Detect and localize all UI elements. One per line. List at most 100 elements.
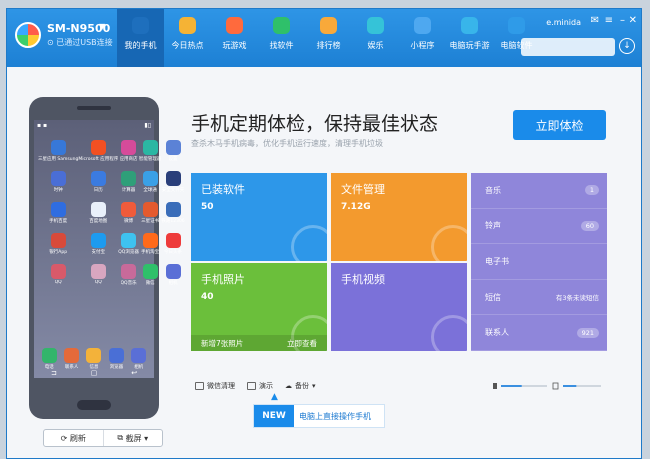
back-icon[interactable]: ↩: [131, 369, 137, 377]
tip-text: 电脑上直接操作手机: [299, 412, 371, 421]
nav-item[interactable]: 电脑玩手游: [446, 9, 493, 67]
screenshot-button[interactable]: ⧉ 截屏 ▾: [102, 430, 163, 446]
phone-app[interactable]: QQ音乐: [118, 264, 139, 290]
phone-app[interactable]: Microsoft 应用程序: [78, 140, 118, 166]
media-label: 联系人: [485, 328, 509, 338]
phone-app[interactable]: 银行App: [38, 233, 78, 259]
app-label: 相机: [168, 281, 178, 286]
media-row[interactable]: 联系人 921: [471, 315, 607, 351]
app-icon: [90, 202, 106, 217]
download-icon[interactable]: ↓: [619, 38, 635, 54]
phone-icon: [132, 17, 149, 34]
android-icon: [273, 17, 290, 34]
chevron-down-icon[interactable]: ▼: [99, 22, 105, 31]
refresh-button[interactable]: ⟳ 刷新: [44, 430, 103, 446]
media-row[interactable]: 铃声 60: [471, 209, 607, 245]
phone-app[interactable]: 手机淘宝: [139, 233, 162, 259]
new-photos-note: 新增7张照片: [201, 338, 244, 348]
media-label: 音乐: [485, 185, 501, 195]
phone-app[interactable]: 计算器: [118, 171, 139, 197]
app-icon: [165, 202, 181, 217]
nav-item[interactable]: 娱乐: [352, 9, 399, 67]
app-label: QQ浏览器: [118, 250, 139, 255]
phone-app[interactable]: QQ: [38, 264, 78, 290]
tile-title: 手机视频: [341, 273, 385, 286]
phone-app[interactable]: 百度地图: [78, 202, 118, 228]
app-label: 智能管理器: [138, 157, 162, 162]
miniapp-icon: [414, 17, 431, 34]
search-input[interactable]: [521, 38, 615, 56]
app-icon: [142, 264, 158, 279]
sd-storage-bar: [563, 385, 577, 387]
phone-storage-bar: [501, 385, 522, 387]
app-icon: [142, 171, 158, 186]
phone-app[interactable]: 日历: [78, 171, 118, 197]
phone-app[interactable]: 支付宝: [78, 233, 118, 259]
signal-icon: ▪ ▪: [37, 122, 48, 129]
new-feature-tip[interactable]: NEW 电脑上直接操作手机: [253, 404, 385, 428]
close-icon[interactable]: ✕: [629, 15, 637, 26]
app-label: QQ: [94, 280, 102, 285]
phone-app[interactable]: 智能管理器: [138, 140, 162, 166]
phone-app-grid: 三星应用 Samsung Microsoft 应用程序 应用商店 智能管理器 设置时钟 日…: [38, 140, 185, 290]
nav-item[interactable]: 排行榜: [305, 9, 352, 67]
app-icon: [108, 348, 124, 363]
phone-screen[interactable]: ▪ ▪ ▮▯ 三星应用 Samsung Microsoft 应用程序 应用商店 智能管理…: [34, 120, 185, 378]
phone-app[interactable]: 铁路12306: [161, 202, 185, 228]
backup-button[interactable]: ☁ 备份 ▾: [285, 381, 316, 391]
page-title: 手机定期体检，保持最佳状态: [191, 113, 439, 135]
phone-app[interactable]: QQ: [78, 264, 118, 290]
media-row[interactable]: 音乐 1: [471, 173, 607, 209]
tile-value: 50: [201, 202, 214, 212]
phone-app[interactable]: 安全文件夹: [161, 171, 184, 197]
skin-icon[interactable]: ✉: [591, 15, 599, 26]
phone-app[interactable]: 设置: [161, 140, 184, 166]
view-now-link[interactable]: 立即查看: [287, 338, 317, 349]
tile-videos[interactable]: 手机视频: [331, 263, 467, 351]
phone-app[interactable]: 应用商店: [118, 140, 139, 166]
nav-item-label: 电脑玩手游: [449, 41, 490, 50]
phone-app[interactable]: 微博: [118, 202, 139, 228]
app-icon: [121, 171, 137, 186]
media-row[interactable]: 短信 有3条未读短信: [471, 280, 607, 316]
phone-app[interactable]: 今日头条: [161, 233, 184, 259]
minimize-icon[interactable]: –: [620, 15, 625, 26]
home-icon[interactable]: ▢: [91, 369, 98, 377]
app-label: 三星应用 Samsung: [38, 157, 79, 162]
recent-apps-icon[interactable]: ⊐: [51, 369, 57, 377]
phone-app[interactable]: 相机: [161, 264, 184, 290]
app-icon: [41, 348, 57, 363]
phone-app[interactable]: 手机百度: [38, 202, 78, 228]
phone-app[interactable]: 全球通: [139, 171, 162, 197]
menu-icon[interactable]: ≡: [605, 15, 613, 26]
phone-storage-icon: [493, 383, 497, 389]
tile-file-manager[interactable]: 文件管理 7.12G: [331, 173, 467, 261]
media-row[interactable]: 电子书: [471, 244, 607, 280]
tile-title: 已装软件: [201, 183, 245, 196]
app-icon: [165, 171, 181, 186]
user-name[interactable]: e.minida: [546, 18, 581, 27]
phone-app[interactable]: 三星应用 Samsung: [38, 140, 78, 166]
tile-installed-apps[interactable]: 已装软件 50: [191, 173, 327, 261]
nav-item[interactable]: 我的手机: [117, 9, 164, 67]
nav-item[interactable]: 找软件: [258, 9, 305, 67]
battery-icon: ▮▯: [144, 122, 151, 129]
check-now-button[interactable]: 立即体检: [513, 110, 606, 140]
device-status: ⊙ 已通过USB连接: [47, 38, 113, 47]
demo-button[interactable]: 演示: [247, 381, 273, 391]
nav-item[interactable]: 小程序: [399, 9, 446, 67]
unread-note: 有3条未读短信: [555, 294, 599, 303]
tile-photos[interactable]: 手机照片 40 新增7张照片 立即查看: [191, 263, 327, 351]
phone-app[interactable]: QQ浏览器: [118, 233, 139, 259]
app-label: 三星证书: [141, 219, 160, 224]
phone-app[interactable]: 三星证书: [139, 202, 162, 228]
pc-app-icon: [508, 17, 525, 34]
phone-app[interactable]: 时钟: [38, 171, 78, 197]
phone-app[interactable]: 微信: [139, 264, 162, 290]
app-label: 日历: [93, 188, 103, 193]
top-bar: SM-N9500 ▼ ⊙ 已通过USB连接 我的手机 今日热点 玩游戏 找软件 排行榜娱…: [7, 9, 641, 67]
nav-item[interactable]: 玩游戏: [211, 9, 258, 67]
app-icon: [121, 264, 137, 279]
wechat-clean-button[interactable]: 微信清理: [195, 381, 235, 391]
nav-item[interactable]: 今日热点: [164, 9, 211, 67]
